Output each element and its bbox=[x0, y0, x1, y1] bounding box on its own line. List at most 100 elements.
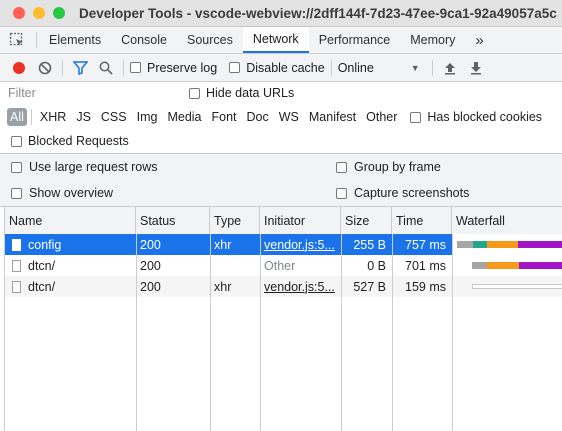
close-window-button[interactable] bbox=[13, 7, 25, 19]
record-button[interactable] bbox=[8, 57, 30, 79]
initiator-link[interactable]: vendor.js:5... bbox=[260, 276, 341, 297]
waterfall-waiting-bar bbox=[487, 262, 519, 269]
cell-time: 701 ms bbox=[405, 258, 446, 273]
tab-separator bbox=[36, 32, 37, 48]
throttling-select[interactable]: Online ▼ bbox=[338, 61, 426, 75]
column-divider[interactable] bbox=[392, 234, 393, 431]
devtools-tabbar: Elements Console Sources Network Perform… bbox=[0, 27, 562, 54]
preserve-log-checkbox[interactable]: Preserve log bbox=[130, 61, 217, 75]
network-settings-pane: Use large request rows Group by frame Sh… bbox=[0, 154, 562, 207]
preserve-log-box[interactable] bbox=[130, 62, 141, 73]
group-by-frame-checkbox[interactable]: Group by frame bbox=[336, 160, 441, 174]
file-icon bbox=[12, 238, 21, 251]
column-divider[interactable] bbox=[260, 234, 261, 431]
type-filter-css[interactable]: CSS bbox=[97, 109, 131, 125]
table-row[interactable]: dtcn/ 200 xhr vendor.js:5... 527 B 159 m… bbox=[5, 276, 562, 297]
column-divider[interactable] bbox=[452, 234, 453, 431]
show-overview-checkbox[interactable]: Show overview bbox=[11, 186, 113, 200]
column-header-size[interactable]: Size bbox=[341, 207, 392, 234]
column-divider[interactable] bbox=[341, 234, 342, 431]
type-filter-xhr[interactable]: XHR bbox=[36, 109, 70, 125]
has-blocked-cookies-checkbox[interactable]: Has blocked cookies bbox=[410, 110, 542, 124]
cell-name: config bbox=[5, 234, 136, 255]
filter-toggle-button[interactable] bbox=[69, 57, 91, 79]
inspect-element-button[interactable] bbox=[0, 27, 34, 53]
waterfall-pending-bar bbox=[472, 284, 562, 289]
type-filter-all[interactable]: All bbox=[7, 108, 27, 126]
export-har-button[interactable] bbox=[465, 57, 487, 79]
hide-data-urls-box[interactable] bbox=[189, 87, 200, 99]
zoom-window-button[interactable] bbox=[53, 7, 65, 19]
cell-size: 255 B bbox=[353, 237, 386, 252]
column-divider[interactable] bbox=[210, 234, 211, 431]
request-name: dtcn/ bbox=[28, 279, 56, 294]
cell-type: xhr bbox=[214, 279, 232, 294]
filter-input[interactable] bbox=[4, 83, 175, 103]
toolbar-divider bbox=[431, 59, 433, 76]
import-har-button[interactable] bbox=[439, 57, 461, 79]
waterfall-stalled-bar bbox=[472, 262, 487, 269]
capture-screenshots-checkbox[interactable]: Capture screenshots bbox=[336, 186, 469, 200]
clear-icon bbox=[38, 61, 52, 74]
capture-screenshots-box[interactable] bbox=[336, 187, 347, 199]
waterfall-download-bar bbox=[519, 262, 562, 269]
column-divider[interactable] bbox=[136, 234, 137, 431]
type-filter-other[interactable]: Other bbox=[362, 109, 401, 125]
upload-icon bbox=[444, 62, 455, 74]
blocked-requests-box[interactable] bbox=[11, 135, 22, 147]
column-header-initiator[interactable]: Initiator bbox=[260, 207, 341, 234]
column-header-name[interactable]: Name bbox=[5, 207, 136, 234]
disable-cache-checkbox[interactable]: Disable cache bbox=[229, 61, 325, 75]
waterfall-connect-bar bbox=[473, 241, 487, 248]
cell-name: dtcn/ bbox=[5, 255, 136, 276]
blocked-requests-label: Blocked Requests bbox=[28, 134, 129, 148]
large-rows-checkbox[interactable]: Use large request rows bbox=[11, 160, 158, 174]
tab-console[interactable]: Console bbox=[111, 27, 177, 53]
tab-elements[interactable]: Elements bbox=[39, 27, 111, 53]
type-filter-media[interactable]: Media bbox=[163, 109, 205, 125]
table-row[interactable]: dtcn/ 200 Other 0 B 701 ms bbox=[5, 255, 562, 276]
cell-status: 200 bbox=[140, 237, 161, 252]
tab-performance[interactable]: Performance bbox=[309, 27, 401, 53]
has-blocked-cookies-box[interactable] bbox=[410, 111, 422, 123]
blocked-requests-bar: Blocked Requests bbox=[0, 129, 562, 154]
request-name: dtcn/ bbox=[28, 258, 56, 273]
disable-cache-box[interactable] bbox=[229, 62, 241, 73]
type-filter-img[interactable]: Img bbox=[133, 109, 162, 125]
tab-network[interactable]: Network bbox=[242, 27, 309, 53]
large-rows-box[interactable] bbox=[11, 161, 22, 173]
search-button[interactable] bbox=[95, 57, 117, 79]
column-header-waterfall[interactable]: Waterfall bbox=[452, 207, 562, 234]
cell-initiator: Other bbox=[264, 258, 296, 273]
table-row[interactable]: config 200 xhr vendor.js:5... 255 B 757 … bbox=[5, 234, 562, 255]
group-by-frame-label: Group by frame bbox=[354, 160, 441, 174]
type-filter-ws[interactable]: WS bbox=[275, 109, 303, 125]
column-header-time[interactable]: Time bbox=[392, 207, 452, 234]
show-overview-box[interactable] bbox=[11, 187, 22, 199]
resource-type-bar: All XHR JS CSS Img Media Font Doc WS Man… bbox=[0, 105, 562, 129]
type-filter-manifest[interactable]: Manifest bbox=[305, 109, 360, 125]
blocked-requests-checkbox[interactable]: Blocked Requests bbox=[11, 134, 129, 148]
column-header-type[interactable]: Type bbox=[210, 207, 260, 234]
clear-button[interactable] bbox=[34, 57, 56, 79]
type-filter-doc[interactable]: Doc bbox=[243, 109, 273, 125]
type-filter-js[interactable]: JS bbox=[72, 109, 95, 125]
cell-waterfall bbox=[452, 234, 562, 255]
type-filter-font[interactable]: Font bbox=[208, 109, 241, 125]
cell-waterfall bbox=[452, 255, 562, 276]
waterfall-waiting-bar bbox=[487, 241, 518, 248]
inspect-element-icon bbox=[9, 32, 23, 46]
tab-sources[interactable]: Sources bbox=[177, 27, 243, 53]
minimize-window-button[interactable] bbox=[33, 7, 45, 19]
cell-name: dtcn/ bbox=[5, 276, 136, 297]
search-icon bbox=[99, 61, 113, 75]
tab-memory[interactable]: Memory bbox=[400, 27, 465, 53]
column-header-status[interactable]: Status bbox=[136, 207, 210, 234]
group-by-frame-box[interactable] bbox=[336, 161, 347, 173]
cell-waterfall bbox=[452, 276, 562, 297]
cell-type bbox=[210, 255, 260, 276]
hide-data-urls-checkbox[interactable]: Hide data URLs bbox=[189, 86, 294, 100]
more-tabs-button[interactable]: » bbox=[465, 27, 493, 53]
capture-screenshots-label: Capture screenshots bbox=[354, 186, 470, 200]
initiator-link[interactable]: vendor.js:5... bbox=[260, 234, 341, 255]
